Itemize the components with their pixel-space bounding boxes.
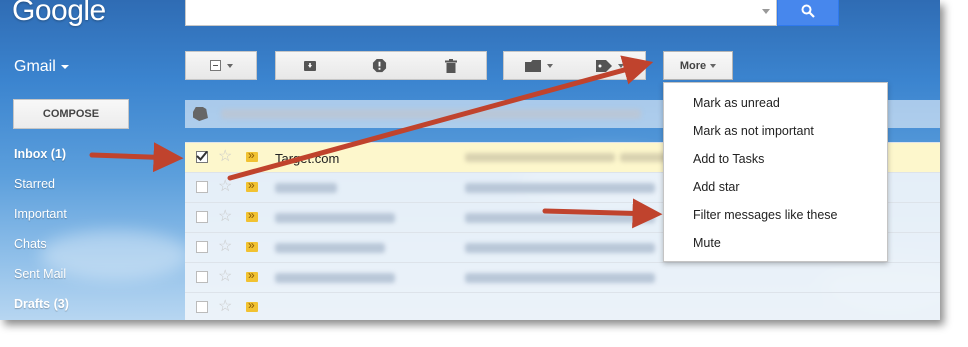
arrow-to-inbox-checkbox (89, 142, 184, 173)
arrow-to-filter-messages (542, 198, 663, 229)
arrow-to-more-button (227, 55, 654, 181)
annotation-arrows (89, 55, 663, 229)
